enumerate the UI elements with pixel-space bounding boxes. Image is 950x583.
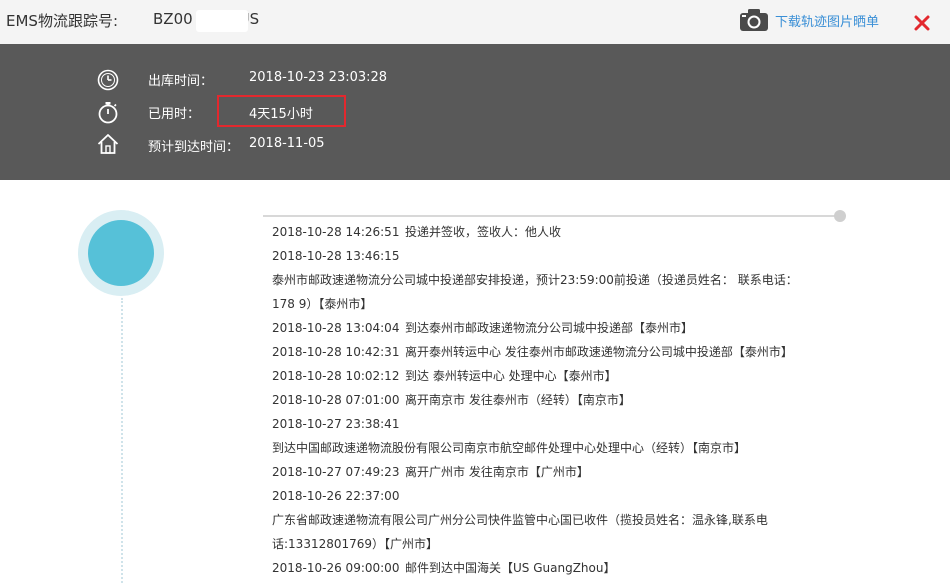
download-track-image-link[interactable]: 下载轨迹图片晒单 — [775, 11, 879, 30]
tracking-event-row: 到达中国邮政速递物流股份有限公司南京市航空邮件处理中心处理中心（经转）【南京市】 — [272, 438, 832, 462]
event-time: 2018-10-28 13:04:04 — [272, 321, 400, 335]
event-description: 到达泰州市邮政速递物流分公司城中投递部【泰州市】 — [405, 321, 694, 335]
clock-icon — [97, 69, 119, 91]
timeline-header-line — [263, 215, 837, 217]
event-time: 2018-10-28 14:26:51 — [272, 225, 400, 239]
tracking-event-row: 2018-10-28 14:26:51 投递并签收，签收人：他人收 — [272, 222, 832, 246]
tracking-event-row: 话:13312801769）【广州市】 — [272, 534, 832, 558]
event-description: 离开南京市 发往泰州市（经转）【南京市】 — [405, 393, 631, 407]
event-description: 离开广州市 发往南京市【广州市】 — [405, 465, 589, 479]
tracking-event-row: 泰州市邮政速递物流分公司城中投递部安排投递，预计23:59:00前投递（投递员姓… — [272, 270, 832, 294]
timeline-marker-dot — [88, 220, 154, 286]
tracking-label: EMS物流跟踪号: — [6, 12, 118, 30]
event-time: 2018-10-27 07:49:23 — [272, 465, 400, 479]
event-description: 到达 泰州转运中心 处理中心【泰州市】 — [405, 369, 617, 383]
out-time-value: 2018-10-23 23:03:28 — [249, 70, 388, 85]
event-description: 178 9）【泰州市】 — [272, 297, 373, 311]
out-time-label: 出库时间： — [148, 74, 214, 89]
tracking-event-row: 2018-10-26 22:37:00 — [272, 486, 832, 510]
event-description: 泰州市邮政速递物流分公司城中投递部安排投递，预计23:59:00前投递（投递员姓… — [272, 273, 798, 287]
event-description: 离开泰州转运中心 发往泰州市邮政速递物流分公司城中投递部【泰州市】 — [405, 345, 793, 359]
close-icon[interactable] — [913, 14, 931, 32]
tracking-event-row: 2018-10-27 23:38:41 — [272, 414, 832, 438]
event-description: 广东省邮政速递物流有限公司广州分公司快件监管中心国已收件（揽投员姓名：温永锋,联… — [272, 513, 768, 527]
event-time: 2018-10-27 23:38:41 — [272, 417, 400, 431]
event-time: 2018-10-26 09:00:00 — [272, 561, 400, 575]
event-description: 话:13312801769）【广州市】 — [272, 537, 439, 551]
tracking-event-row: 2018-10-26 09:00:00 邮件到达中国海关【US GuangZhou… — [272, 558, 832, 582]
eta-row: 预计到达时间： 2018-11-05 — [0, 134, 600, 156]
tracking-event-row: 2018-10-28 13:04:04 到达泰州市邮政速递物流分公司城中投递部【泰… — [272, 318, 832, 342]
event-description: 投递并签收，签收人：他人收 — [405, 225, 562, 239]
tracking-event-row: 2018-10-28 10:42:31 离开泰州转运中心 发往泰州市邮政速递物流分… — [272, 342, 832, 366]
redaction — [196, 10, 248, 32]
shipment-info-panel: 出库时间： 2018-10-23 23:03:28 已用时： 4天15小时 预计… — [0, 44, 950, 180]
eta-value: 2018-11-05 — [249, 136, 325, 151]
event-time: 2018-10-28 13:46:15 — [272, 249, 400, 263]
event-description: 到达中国邮政速递物流股份有限公司南京市航空邮件处理中心处理中心（经转）【南京市】 — [272, 441, 747, 455]
top-bar: EMS物流跟踪号: BZ00 US 下载轨迹图片晒单 — [0, 0, 950, 44]
tracking-event-row: 2018-10-28 10:02:12 到达 泰州转运中心 处理中心【泰州市】 — [272, 366, 832, 390]
tracking-event-list: 2018-10-28 14:26:51 投递并签收，签收人：他人收 2018-10-… — [272, 222, 832, 582]
out-time-row: 出库时间： 2018-10-23 23:03:28 — [0, 68, 600, 91]
timeline-header-knob — [834, 210, 846, 222]
tracking-number-prefix: BZ00 — [153, 10, 193, 28]
eta-label: 预计到达时间： — [148, 140, 240, 155]
tracking-event-row: 2018-10-28 13:46:15 — [272, 246, 832, 270]
tracking-event-row: 2018-10-28 07:01:00 离开南京市 发往泰州市（经转）【南京市】 — [272, 390, 832, 414]
tracking-event-row: 2018-10-27 07:49:23 离开广州市 发往南京市【广州市】 — [272, 462, 832, 486]
redaction — [566, 225, 696, 241]
tracking-event-row: 广东省邮政速递物流有限公司广州分公司快件监管中心国已收件（揽投员姓名：温永锋,联… — [272, 510, 832, 534]
home-icon — [97, 134, 119, 154]
elapsed-time-highlight — [217, 95, 346, 127]
event-description: 邮件到达中国海关【US GuangZhou】 — [405, 561, 616, 575]
event-time: 2018-10-26 22:37:00 — [272, 489, 400, 503]
timeline-dotted-line — [121, 298, 123, 583]
event-time: 2018-10-28 10:42:31 — [272, 345, 400, 359]
camera-icon[interactable] — [739, 8, 769, 32]
elapsed-time-label: 已用时： — [148, 107, 201, 122]
stopwatch-icon — [98, 102, 118, 124]
tracking-event-row: 178 9）【泰州市】 — [272, 294, 832, 318]
event-time: 2018-10-28 07:01:00 — [272, 393, 400, 407]
event-time: 2018-10-28 10:02:12 — [272, 369, 400, 383]
